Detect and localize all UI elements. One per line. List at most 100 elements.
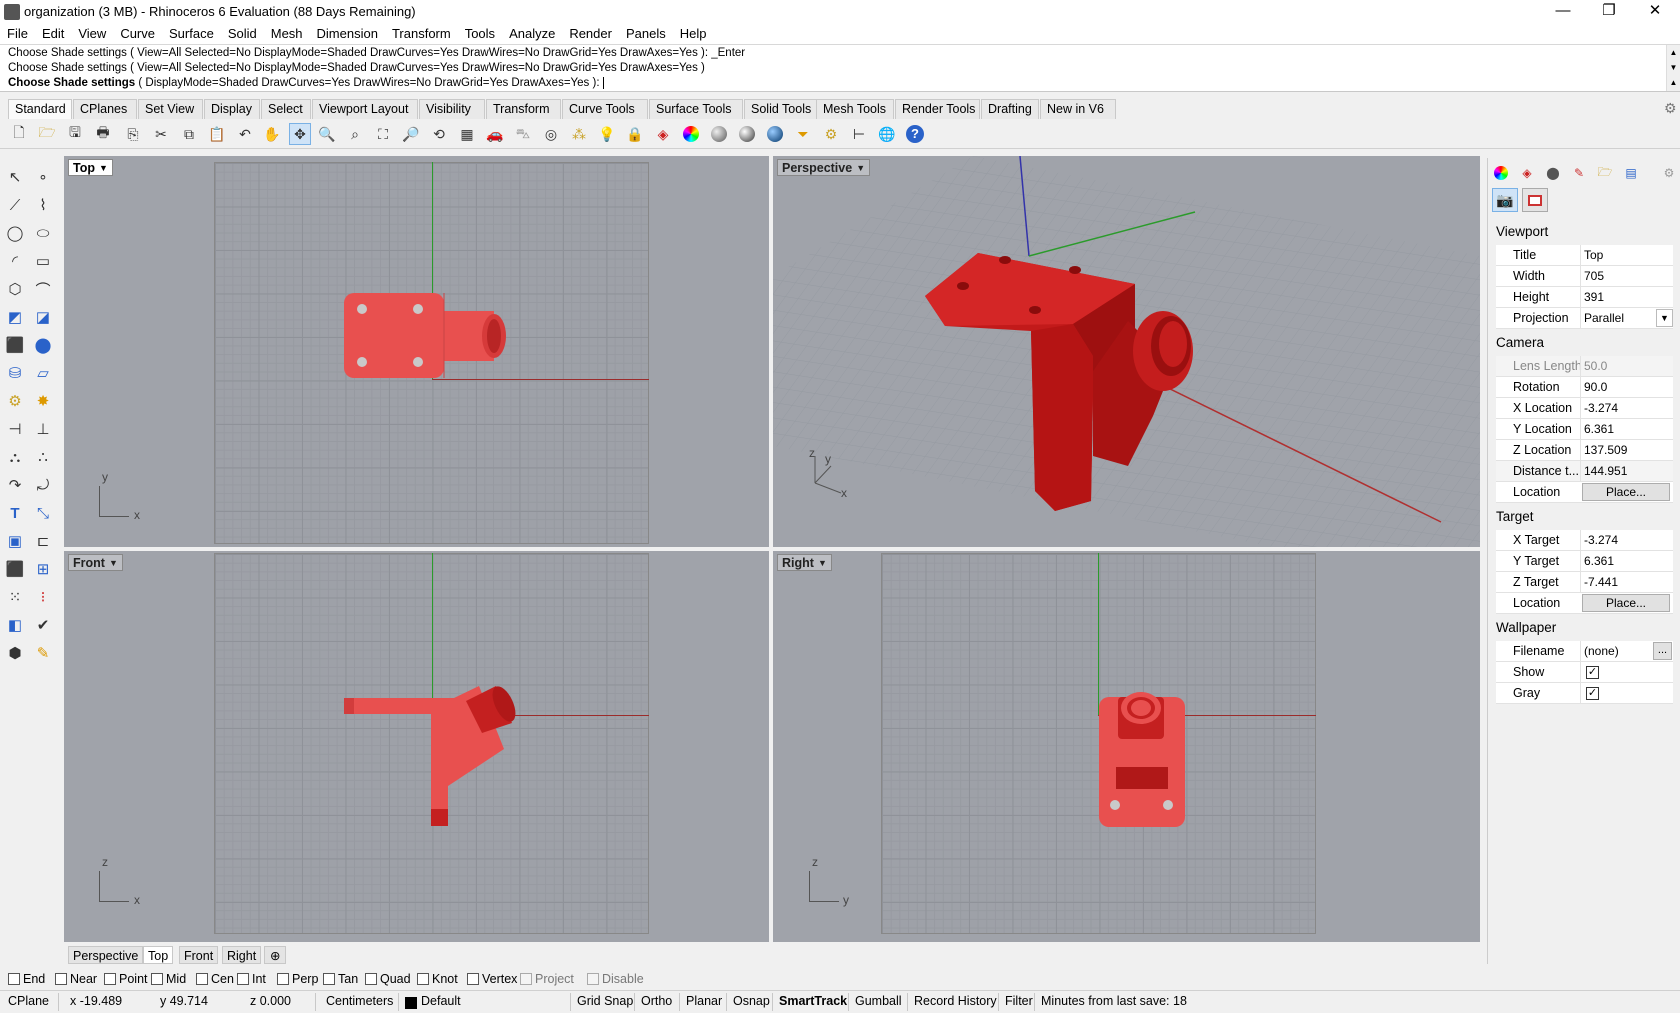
chevron-down-icon[interactable]: ▼ (109, 555, 118, 572)
menu-panels[interactable]: Panels (619, 24, 673, 41)
chevron-down-icon[interactable]: ▼ (1656, 309, 1673, 327)
boolean-union-icon[interactable]: ⬤ (32, 334, 54, 356)
block-icon[interactable]: ▣ (4, 530, 26, 552)
move-icon[interactable]: ↷ (4, 474, 26, 496)
menu-analyze[interactable]: Analyze (502, 24, 562, 41)
tab-display[interactable]: Display (204, 99, 260, 119)
tab-viewport-layout[interactable]: Viewport Layout (312, 99, 418, 119)
osnap-checkbox[interactable] (196, 973, 208, 985)
minimize-button[interactable]: — (1540, 0, 1586, 24)
target-icon[interactable]: ◎ (540, 123, 562, 145)
gear-icon[interactable]: ⚙ (1660, 164, 1678, 182)
undo-icon[interactable]: ↶ (234, 123, 256, 145)
polygon-icon[interactable]: ⬡ (4, 278, 26, 300)
help-panel-icon[interactable]: ▤ (1622, 164, 1640, 182)
measure-icon[interactable]: ⊞ (32, 558, 54, 580)
viewport-frame-icon[interactable] (1522, 188, 1548, 212)
car-icon[interactable]: 🚗 (484, 123, 506, 145)
folder-icon[interactable]: 🗁 (1596, 164, 1614, 182)
osnap-near[interactable]: Near (55, 972, 97, 986)
browse-button[interactable]: ... (1653, 642, 1672, 660)
viewport-perspective[interactable]: Perspective ▼ z y x (773, 156, 1480, 547)
group-icon[interactable]: ⛬ (4, 446, 26, 468)
tab-transform[interactable]: Transform (486, 99, 561, 119)
property-row-z-location[interactable]: Z Location 137.509 (1496, 440, 1673, 461)
osnap-point[interactable]: Point (104, 972, 148, 986)
view-tab-front[interactable]: Front (179, 946, 219, 964)
dimension-tool-icon[interactable]: ⊏ (32, 530, 54, 552)
check-surface-icon[interactable]: ◧ (4, 614, 26, 636)
scale-icon[interactable]: ⤡ (32, 502, 54, 524)
target-place-button[interactable]: Place... (1582, 594, 1670, 612)
gumball-toggle[interactable]: Gumball (855, 994, 902, 1008)
layer-indicator[interactable]: Default (421, 994, 461, 1008)
four-views-icon[interactable]: ▦ (456, 123, 478, 145)
cplane-indicator[interactable]: CPlane (8, 994, 49, 1008)
cylinder-icon[interactable]: ⛁ (4, 362, 26, 384)
layers-icon[interactable]: ◈ (1518, 164, 1536, 182)
dimension-icon[interactable]: ⊢ (848, 123, 870, 145)
analyze-icon[interactable]: ⁝ (32, 586, 54, 608)
gray-checkbox[interactable]: ✓ (1586, 687, 1599, 700)
show-checkbox[interactable]: ✓ (1586, 666, 1599, 679)
points-icon[interactable]: ⁂ (568, 123, 590, 145)
camera-place-button[interactable]: Place... (1582, 483, 1670, 501)
osnap-tan[interactable]: Tan (323, 972, 358, 986)
render-sphere-icon[interactable] (708, 123, 730, 145)
property-row-gray[interactable]: Gray ✓ (1496, 683, 1673, 704)
command-prompt[interactable]: Choose Shade settings ( DisplayMode=Shad… (8, 77, 607, 89)
zoom-icon[interactable]: 🔍 (316, 123, 338, 145)
mesh-plane-icon[interactable]: ▱ (32, 362, 54, 384)
view-tab-perspective[interactable]: Perspective (68, 946, 144, 964)
color-wheel-icon[interactable] (1492, 164, 1510, 182)
property-row-filename[interactable]: Filename (none)... (1496, 641, 1673, 662)
text-icon[interactable]: T (4, 502, 26, 524)
menu-file[interactable]: File (0, 24, 35, 41)
property-row-show[interactable]: Show ✓ (1496, 662, 1673, 683)
material-sphere-icon[interactable] (736, 123, 758, 145)
tab-solid-tools[interactable]: Solid Tools (744, 99, 822, 119)
x-target-value[interactable]: -3.274 (1584, 533, 1618, 547)
pan-hand-icon[interactable]: ✋ (261, 123, 283, 145)
chevron-down-icon[interactable]: ▼ (818, 555, 827, 572)
print-icon[interactable]: 🖶 (92, 123, 114, 145)
paint-icon[interactable]: ✎ (32, 642, 54, 664)
ortho-toggle[interactable]: Ortho (641, 994, 672, 1008)
menu-dimension[interactable]: Dimension (310, 24, 385, 41)
command-prompt-options[interactable]: ( DisplayMode=Shaded DrawCurves=Yes Draw… (135, 77, 599, 89)
color-wheel-icon[interactable] (680, 123, 702, 145)
rotate-view-icon[interactable]: ✥ (289, 123, 311, 145)
osnap-checkbox[interactable] (323, 973, 335, 985)
filter-toggle[interactable]: Filter (1005, 994, 1033, 1008)
viewport-right[interactable]: Right ▼ z y (773, 551, 1480, 942)
viewport-right-title[interactable]: Right ▼ (777, 554, 832, 571)
polyline-icon[interactable]: ⟋ (4, 194, 26, 216)
osnap-project[interactable]: Project (520, 972, 574, 986)
point-icon[interactable]: ∘ (32, 166, 54, 188)
osnap-checkbox[interactable] (365, 973, 377, 985)
view-tab-right[interactable]: Right (222, 946, 262, 964)
rotate-icon[interactable]: ⟲ (428, 123, 450, 145)
render-icon[interactable]: ⬤ (1544, 164, 1562, 182)
cut-icon[interactable]: ✂ (150, 123, 172, 145)
distance-value[interactable]: 144.951 (1584, 464, 1627, 478)
options-gear-icon[interactable]: ⚙ (820, 123, 842, 145)
z-location-value[interactable]: 137.509 (1584, 443, 1627, 457)
arc-icon[interactable]: ◜ (4, 250, 26, 272)
width-value[interactable]: 705 (1584, 269, 1604, 283)
zoom-window-icon[interactable]: ⌕ (344, 123, 366, 145)
smarttrack-toggle[interactable]: SmartTrack (779, 994, 847, 1008)
copy-icon[interactable]: ⧉ (178, 123, 200, 145)
explode-icon[interactable]: ✸ (32, 390, 54, 412)
lock-icon[interactable]: 🔒 (624, 123, 646, 145)
curve-cv-icon[interactable]: ⌇ (32, 194, 54, 216)
osnap-knot[interactable]: Knot (417, 972, 458, 986)
y-target-value[interactable]: 6.361 (1584, 554, 1614, 568)
osnap-checkbox[interactable] (104, 973, 116, 985)
globe-icon[interactable]: 🌐 (876, 123, 898, 145)
menu-surface[interactable]: Surface (162, 24, 221, 41)
tab-select[interactable]: Select (261, 99, 311, 119)
trim-icon[interactable]: ⊣ (4, 418, 26, 440)
tab-cplanes[interactable]: CPlanes (73, 99, 137, 119)
osnap-checkbox[interactable] (151, 973, 163, 985)
